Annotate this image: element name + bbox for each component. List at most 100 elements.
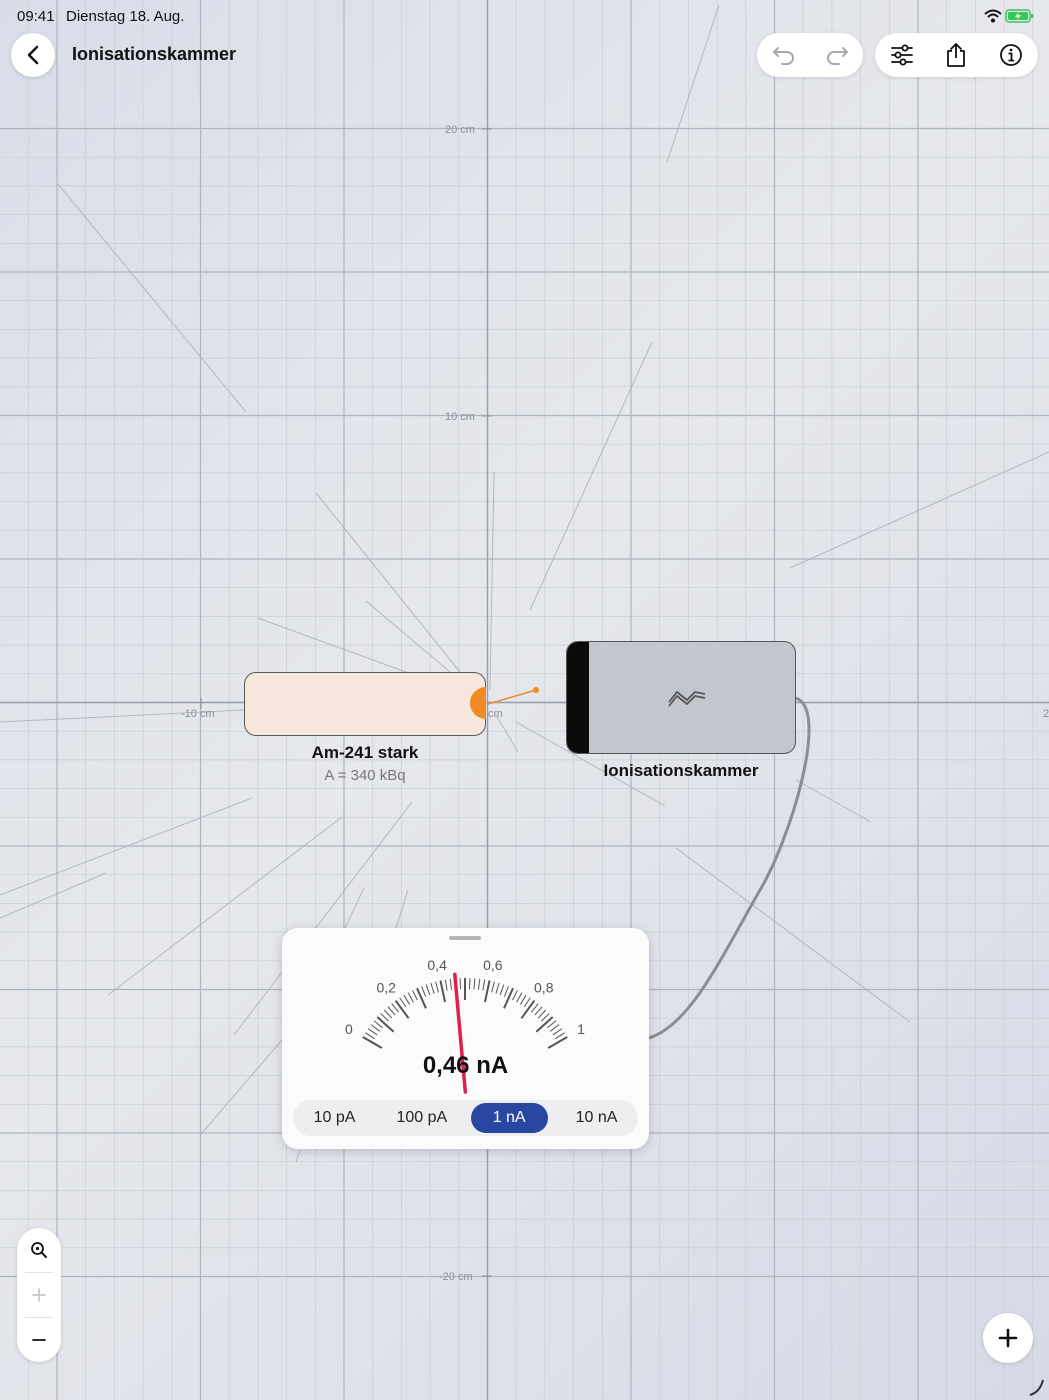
zoom-out-button[interactable] xyxy=(17,1318,61,1362)
share-icon xyxy=(947,43,966,67)
info-button[interactable] xyxy=(984,33,1038,77)
gauge-minor-tick xyxy=(531,1003,539,1013)
gauge-minor-tick xyxy=(430,982,435,994)
undo-icon xyxy=(772,47,794,65)
gauge-scale-label: 0 xyxy=(345,1021,353,1037)
gauge-minor-tick xyxy=(552,1028,563,1036)
signal-wave-icon xyxy=(668,691,706,707)
plus-icon xyxy=(998,1328,1018,1348)
gauge-minor-tick xyxy=(482,979,486,991)
gauge-scale-label: 0,4 xyxy=(427,957,447,973)
gauge-minor-tick xyxy=(412,990,418,1001)
gauge-minor-tick xyxy=(387,1006,396,1016)
wifi-icon xyxy=(984,9,1002,28)
range-selector[interactable]: 10 pA 100 pA 1 nA 10 nA xyxy=(293,1100,638,1136)
gauge-minor-tick xyxy=(435,981,439,993)
zoom-controls xyxy=(17,1228,61,1362)
gauge-minor-tick xyxy=(383,1009,393,1019)
gauge-major-tick xyxy=(376,1016,395,1033)
gauge-minor-tick xyxy=(549,1024,560,1032)
gauge-minor-tick xyxy=(425,984,431,996)
status-time: 09:41 xyxy=(17,8,55,25)
zoom-fit-button[interactable] xyxy=(17,1228,61,1272)
gauge-major-tick xyxy=(483,980,491,1003)
gauge-scale-label: 0,2 xyxy=(377,980,397,996)
redo-button[interactable] xyxy=(810,33,863,77)
axis-label-y-minus-20: -20 cm xyxy=(439,1271,473,1283)
gauge-minor-tick xyxy=(365,1032,375,1040)
back-button[interactable] xyxy=(11,33,55,77)
ammeter-panel[interactable]: 0 0,2 0,4 0,6 0,8 1 0,46 nA 10 pA 100 pA 1 nA… xyxy=(282,928,649,1149)
redo-icon xyxy=(826,47,848,65)
plus-icon xyxy=(32,1288,46,1302)
grid-minor xyxy=(0,0,1049,1400)
gauge-minor-tick xyxy=(495,982,500,994)
gauge-minor-tick xyxy=(534,1006,543,1016)
chamber-entry-window xyxy=(567,642,589,753)
gauge-major-tick xyxy=(520,999,536,1019)
battery-icon xyxy=(1005,9,1035,28)
axis-label-x-20: 2 xyxy=(1043,708,1049,720)
gauge-minor-tick xyxy=(407,992,414,1003)
range-option-1na[interactable]: 1 nA xyxy=(470,1103,548,1133)
gauge-minor-tick xyxy=(391,1003,399,1013)
gauge-major-tick xyxy=(535,1016,554,1033)
minus-icon xyxy=(32,1339,46,1341)
range-option-10na[interactable]: 10 nA xyxy=(558,1103,635,1133)
grid-major xyxy=(0,0,1049,1400)
page-title: Ionisationskammer xyxy=(72,44,237,64)
gauge-major-tick xyxy=(394,999,410,1019)
gauge-minor-tick xyxy=(449,978,453,990)
axis-label-y-10: 10 cm xyxy=(445,411,475,423)
gauge-minor-tick xyxy=(444,979,448,991)
range-option-10pa[interactable]: 10 pA xyxy=(296,1103,373,1133)
range-option-100pa[interactable]: 100 pA xyxy=(383,1103,460,1133)
undo-button[interactable] xyxy=(757,33,810,77)
settings-sliders-icon xyxy=(891,44,914,66)
source-emitter-port[interactable] xyxy=(470,687,486,719)
undo-redo-group xyxy=(757,33,863,77)
gauge-scale-label: 1 xyxy=(577,1021,585,1037)
gauge-minor-tick xyxy=(367,1028,378,1036)
gauge-minor-tick xyxy=(523,997,531,1008)
alpha-particle xyxy=(533,687,539,693)
radiation-source[interactable] xyxy=(244,672,486,736)
gauge-major-tick xyxy=(503,987,514,1009)
gauge-minor-tick xyxy=(503,986,509,997)
source-name-label: Am-241 stark xyxy=(311,743,419,762)
gauge-minor-tick xyxy=(477,978,481,990)
zoom-in-button[interactable] xyxy=(17,1273,61,1317)
gauge-minor-tick xyxy=(512,990,518,1001)
gauge-scale-label: 0,6 xyxy=(483,957,503,973)
axis-label-x-minus-10: -10 cm xyxy=(181,708,215,720)
gauge-minor-tick xyxy=(399,997,407,1008)
gauge-major-tick xyxy=(547,1036,568,1049)
gauge-minor-tick xyxy=(491,981,495,993)
source-activity-label: A = 340 kBq xyxy=(324,767,406,784)
gauge-minor-tick xyxy=(520,994,527,1005)
ionisation-chamber[interactable] xyxy=(566,641,796,754)
gauge-minor-tick xyxy=(555,1032,565,1040)
share-button[interactable] xyxy=(929,33,983,77)
current-reading: 0,46 nA xyxy=(422,1052,509,1079)
settings-button[interactable] xyxy=(875,33,929,77)
axis-label-x-origin: cm xyxy=(488,708,503,720)
gauge-minor-tick xyxy=(473,978,476,990)
add-object-button[interactable] xyxy=(983,1313,1033,1363)
gauge-minor-tick xyxy=(516,992,523,1003)
experiment-canvas[interactable]: 20 cm 10 cm -10 cm cm 2 -20 cm xyxy=(0,0,1049,1400)
axis-label-y-20: 20 cm xyxy=(445,124,475,136)
gauge-minor-tick xyxy=(537,1009,547,1019)
gauge-minor-tick xyxy=(499,984,505,996)
magnifier-icon xyxy=(31,1242,47,1258)
gauge-major-tick xyxy=(416,987,427,1009)
resize-corner-icon xyxy=(1029,1379,1044,1396)
status-date: Dienstag 18. Aug. xyxy=(66,8,185,25)
gauge-minor-tick xyxy=(370,1024,381,1032)
gauge-scale-label: 0,8 xyxy=(534,980,554,996)
tools-group xyxy=(875,33,1038,77)
chevron-left-icon xyxy=(27,45,39,65)
gauge-major-tick xyxy=(439,980,447,1003)
chamber-name-label: Ionisationskammer xyxy=(603,761,759,780)
gauge-minor-tick xyxy=(403,994,410,1005)
